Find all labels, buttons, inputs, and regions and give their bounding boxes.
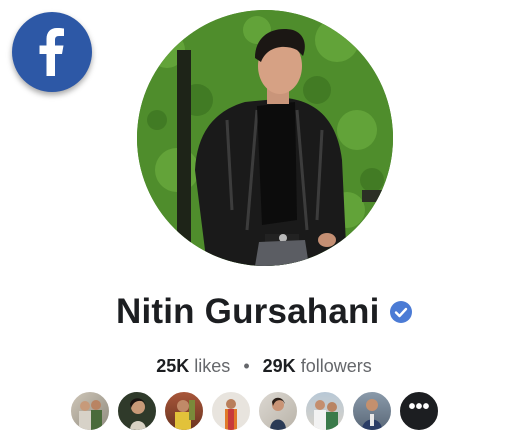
profile-stats: 25K likes • 29K followers (0, 356, 528, 377)
more-friends-button[interactable]: ••• (398, 390, 440, 432)
verified-badge-icon (390, 301, 413, 323)
profile-name-row: Nitin Gursahani (0, 292, 528, 340)
friends-avatar-row: ••• (69, 390, 445, 434)
likes-count: 25K (156, 356, 190, 376)
facebook-icon (39, 28, 64, 76)
friend-avatar[interactable] (210, 390, 252, 432)
profile-name: Nitin Gursahani (115, 292, 380, 331)
friend-avatar[interactable] (163, 390, 205, 432)
profile-photo-image (137, 10, 393, 266)
likes-label[interactable]: likes (194, 356, 230, 376)
friend-avatar[interactable] (304, 390, 346, 432)
facebook-logo (12, 12, 92, 92)
friend-avatar[interactable] (257, 390, 299, 432)
stats-separator: • (243, 356, 250, 376)
friend-avatar[interactable] (116, 390, 158, 432)
friend-avatar[interactable] (351, 390, 393, 432)
followers-label[interactable]: followers (301, 356, 372, 376)
followers-count: 29K (262, 356, 296, 376)
profile-photo[interactable] (137, 10, 393, 266)
more-icon: ••• (408, 396, 430, 418)
friend-avatar[interactable] (69, 390, 111, 432)
